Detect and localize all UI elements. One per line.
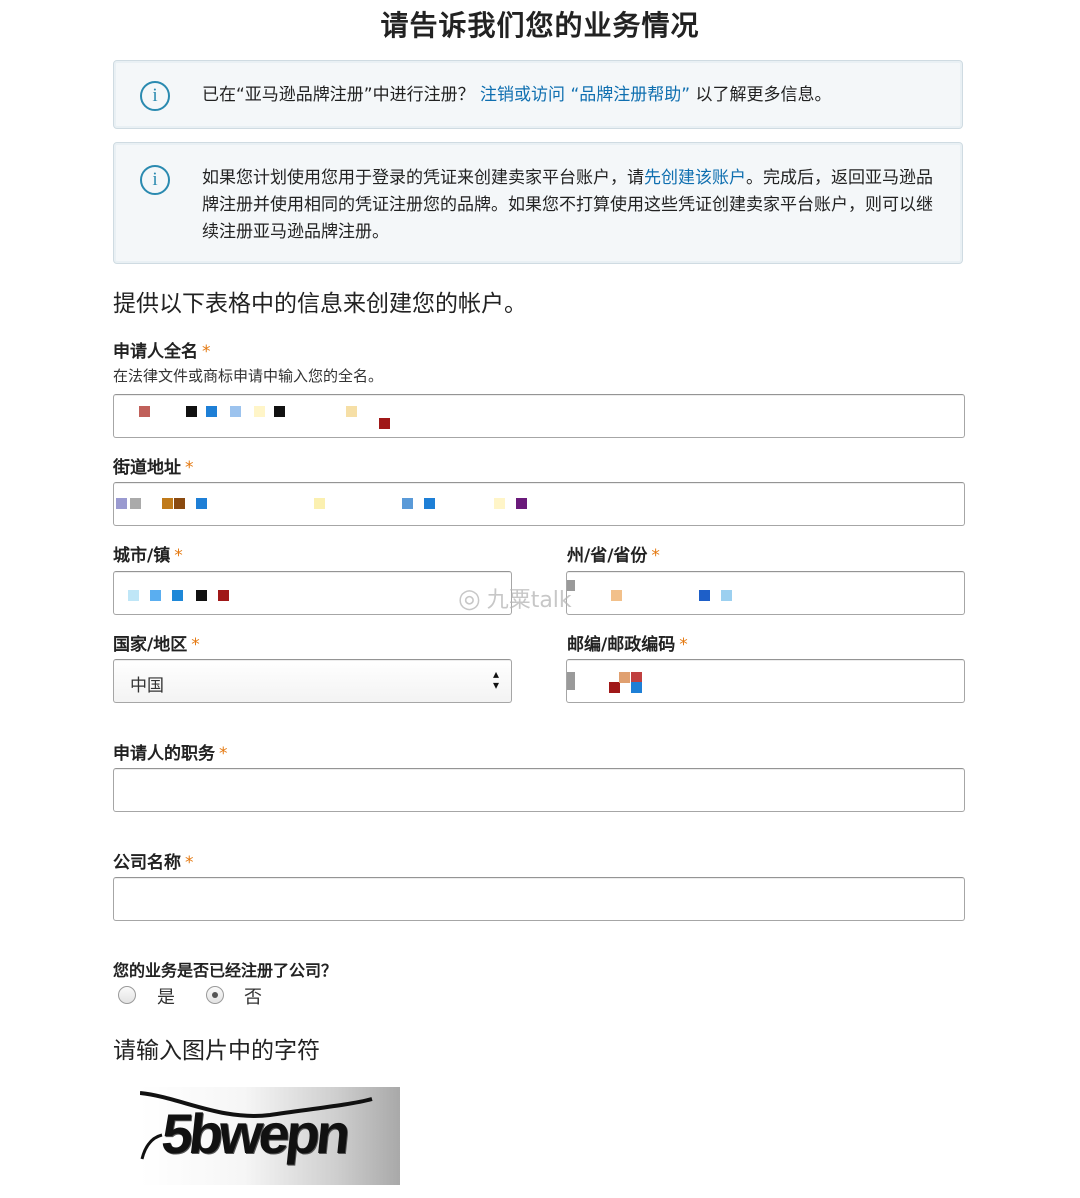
job-title-label-text: 申请人的职务 xyxy=(113,744,215,764)
alert-prefix: 已在“亚马逊品牌注册”中进行注册？ xyxy=(202,85,475,105)
full-name-label: 申请人全名 * xyxy=(113,337,211,362)
radio-no-label[interactable]: 否 xyxy=(244,983,262,1009)
city-input[interactable] xyxy=(113,571,512,615)
info-icon: i xyxy=(140,81,170,111)
street-label-text: 街道地址 xyxy=(113,458,181,478)
radio-no[interactable] xyxy=(206,986,224,1004)
deregister-link[interactable]: 注销或访问 xyxy=(480,85,565,105)
required-mark: * xyxy=(185,458,194,478)
full-name-hint: 在法律文件或商标申请中输入您的全名。 xyxy=(113,367,384,385)
country-label-text: 国家/地区 xyxy=(113,635,188,655)
required-mark: * xyxy=(202,342,211,362)
postal-label: 邮编/邮政编码 * xyxy=(567,630,688,655)
city-text-input[interactable] xyxy=(114,572,511,614)
company-label: 公司名称 * xyxy=(113,848,194,873)
state-label: 州/省/省份 * xyxy=(567,541,660,566)
job-title-input[interactable] xyxy=(113,768,965,812)
state-text-input[interactable] xyxy=(567,572,964,614)
captcha-image: 5bwepn xyxy=(140,1087,400,1185)
captcha-title: 请输入图片中的字符 xyxy=(113,1038,320,1064)
info-alert-seller-account: i 如果您计划使用您用于登录的凭证来创建卖家平台账户，请先创建该账户。完成后，返… xyxy=(113,142,963,264)
postal-label-text: 邮编/邮政编码 xyxy=(567,635,676,655)
state-input[interactable] xyxy=(566,571,965,615)
job-title-text-input[interactable] xyxy=(114,769,964,811)
required-mark: * xyxy=(191,635,200,655)
info-alert-registered: i 已在“亚马逊品牌注册”中进行注册？ 注销或访问 “品牌注册帮助” 以了解更多… xyxy=(113,60,963,129)
alert-text: 已在“亚马逊品牌注册”中进行注册？ 注销或访问 “品牌注册帮助” 以了解更多信息… xyxy=(202,82,936,109)
form-intro: 提供以下表格中的信息来创建您的帐户。 xyxy=(113,291,527,317)
street-label: 街道地址 * xyxy=(113,453,194,478)
alert-prefix: 如果您计划使用您用于登录的凭证来创建卖家平台账户，请 xyxy=(202,168,644,188)
street-input[interactable] xyxy=(113,482,965,526)
registered-question: 您的业务是否已经注册了公司？ xyxy=(113,961,338,980)
postal-text-input[interactable] xyxy=(567,660,964,702)
city-label: 城市/镇 * xyxy=(113,541,183,566)
page-title: 请告诉我们您的业务情况 xyxy=(380,9,700,42)
country-select-value: 中国 xyxy=(130,676,164,696)
select-arrows-icon: ▴ ▾ xyxy=(492,667,499,692)
street-text-input[interactable] xyxy=(114,483,964,525)
info-icon: i xyxy=(140,165,170,195)
brand-registry-help-link[interactable]: “品牌注册帮助” xyxy=(570,85,690,105)
company-name-input[interactable] xyxy=(113,877,965,921)
country-select[interactable]: 中国 ▴ ▾ xyxy=(113,659,512,703)
company-name-text-input[interactable] xyxy=(114,878,964,920)
company-label-text: 公司名称 xyxy=(113,853,181,873)
postal-input[interactable] xyxy=(566,659,965,703)
alert-text: 如果您计划使用您用于登录的凭证来创建卖家平台账户，请先创建该账户。完成后，返回亚… xyxy=(202,165,936,246)
radio-yes-label[interactable]: 是 xyxy=(157,983,175,1009)
required-mark: * xyxy=(185,853,194,873)
job-title-label: 申请人的职务 * xyxy=(113,739,228,764)
city-label-text: 城市/镇 xyxy=(113,546,171,566)
required-mark: * xyxy=(174,546,183,566)
country-label: 国家/地区 * xyxy=(113,630,200,655)
alert-suffix: 以了解更多信息。 xyxy=(695,85,832,105)
full-name-text-input[interactable] xyxy=(114,395,964,437)
required-mark: * xyxy=(651,546,660,566)
required-mark: * xyxy=(679,635,688,655)
state-label-text: 州/省/省份 xyxy=(567,546,648,566)
full-name-input[interactable] xyxy=(113,394,965,438)
full-name-label-text: 申请人全名 xyxy=(113,342,198,362)
create-account-link[interactable]: 先创建该账户 xyxy=(644,168,746,188)
captcha-text: 5bwepn xyxy=(158,1102,350,1165)
required-mark: * xyxy=(219,744,228,764)
radio-yes[interactable] xyxy=(118,986,136,1004)
